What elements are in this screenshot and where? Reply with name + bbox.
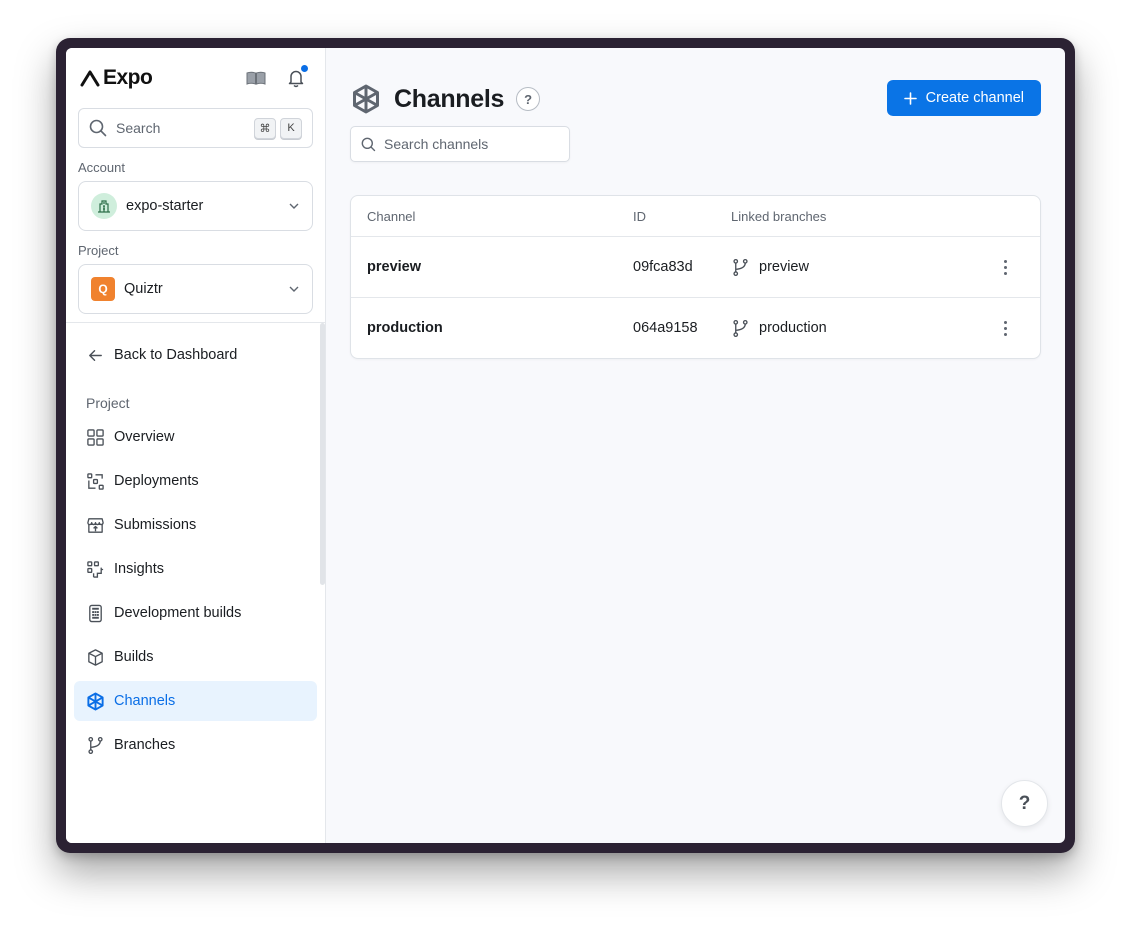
chevron-down-icon <box>289 286 299 292</box>
table-row[interactable]: production 064a9158 production <box>351 297 1040 358</box>
branch-name: production <box>759 320 827 336</box>
more-options-button[interactable] <box>1003 259 1007 275</box>
branch-icon <box>733 258 748 276</box>
project-select[interactable]: Q Quiztr <box>78 264 313 314</box>
sidebar-item-builds[interactable]: Builds <box>74 637 317 677</box>
plus-icon <box>903 91 917 105</box>
search-label: Search <box>116 120 161 136</box>
sidebar-item-label: Development builds <box>114 605 242 621</box>
hexagon-channels-icon <box>87 691 104 711</box>
back-to-dashboard[interactable]: Back to Dashboard <box>74 335 317 375</box>
sidebar-item-deployments[interactable]: Deployments <box>74 461 317 501</box>
branch-icon <box>88 736 103 754</box>
channels-table: Channel ID Linked branches preview 09fca… <box>350 195 1041 359</box>
brand-name: Expo <box>103 66 153 89</box>
book-icon <box>246 71 266 85</box>
sidebar-scrollbar[interactable] <box>320 323 325 585</box>
sidebar-item-label: Branches <box>114 737 176 753</box>
back-label: Back to Dashboard <box>114 347 238 363</box>
sidebar: Expo Search ⌘ K Account expo-starter Pro… <box>66 48 326 843</box>
channels-hexagon-icon <box>353 84 379 114</box>
notification-dot <box>301 65 308 72</box>
arrow-left-icon <box>89 349 102 361</box>
brand-row: Expo <box>78 48 313 108</box>
sidebar-item-submissions[interactable]: Submissions <box>74 505 317 545</box>
grid-icon <box>87 428 104 446</box>
search-icon <box>361 137 376 151</box>
linked-branch[interactable]: production <box>731 319 970 338</box>
kbd-cmd: ⌘ <box>254 117 276 139</box>
account-select[interactable]: expo-starter <box>78 181 313 231</box>
create-channel-label: Create channel <box>925 90 1024 106</box>
sidebar-item-label: Channels <box>114 693 176 709</box>
table-row[interactable]: preview 09fca83d preview <box>351 236 1040 297</box>
help-button[interactable]: ? <box>516 87 541 111</box>
insights-icon <box>87 560 104 578</box>
project-name: Quiztr <box>124 281 163 297</box>
sidebar-item-overview[interactable]: Overview <box>74 417 317 457</box>
nav-section-project: Project <box>86 395 130 411</box>
store-upload-icon <box>87 517 104 533</box>
account-name: expo-starter <box>126 198 204 214</box>
header-icons <box>245 65 308 89</box>
device-icon <box>89 604 102 622</box>
sidebar-item-label: Submissions <box>114 517 197 533</box>
sidebar-item-label: Insights <box>114 561 164 577</box>
table-header: Channel ID Linked branches <box>351 196 1040 236</box>
account-label: Account <box>78 160 125 175</box>
main-content: Channels ? Create channel Search channel… <box>326 48 1065 843</box>
search-icon <box>89 119 107 137</box>
page-title: Channels <box>394 84 505 113</box>
branch-name: preview <box>759 259 809 275</box>
cube-icon <box>88 648 103 666</box>
column-header-linked-branches: Linked branches <box>731 208 827 224</box>
more-options-button[interactable] <box>1003 320 1007 336</box>
account-avatar <box>91 193 117 219</box>
chevron-down-icon <box>289 203 299 209</box>
kbd-k: K <box>280 117 302 139</box>
channel-name[interactable]: preview <box>351 259 633 275</box>
linked-branch[interactable]: preview <box>731 258 970 277</box>
search-placeholder: Search channels <box>384 136 489 152</box>
notifications-button[interactable] <box>285 65 308 89</box>
channel-id: 064a9158 <box>633 320 698 336</box>
sidebar-item-development-builds[interactable]: Development builds <box>74 593 317 633</box>
docs-button[interactable] <box>245 67 267 89</box>
expo-logo[interactable]: Expo <box>80 66 153 90</box>
channel-name[interactable]: production <box>351 320 633 336</box>
sidebar-item-label: Deployments <box>114 473 199 489</box>
app-window: Expo Search ⌘ K Account expo-starter Pro… <box>66 48 1065 843</box>
column-header-id: ID <box>633 208 646 224</box>
sidebar-item-insights[interactable]: Insights <box>74 549 317 589</box>
sidebar-item-label: Builds <box>114 649 154 665</box>
sidebar-item-label: Overview <box>114 429 175 445</box>
branch-icon <box>733 319 748 337</box>
page-header: Channels ? Create channel <box>350 72 1041 126</box>
deployments-icon <box>87 472 104 490</box>
column-header-channel: Channel <box>367 208 416 224</box>
sidebar-item-branches[interactable]: Branches <box>74 725 317 765</box>
sidebar-nav: Back to Dashboard Project Overview Deplo… <box>66 323 325 765</box>
sidebar-header: Expo Search ⌘ K Account expo-starter Pro… <box>66 48 325 323</box>
channel-id: 09fca83d <box>633 259 693 275</box>
sidebar-item-channels[interactable]: Channels <box>74 681 317 721</box>
channel-search-input[interactable]: Search channels <box>350 126 570 162</box>
project-label: Project <box>78 243 119 258</box>
floating-help-button[interactable]: ? <box>1001 780 1048 827</box>
global-search[interactable]: Search ⌘ K <box>78 108 313 148</box>
expo-mark-icon <box>80 70 100 87</box>
building-icon <box>98 200 110 213</box>
project-avatar: Q <box>91 277 115 301</box>
create-channel-button[interactable]: Create channel <box>886 80 1041 116</box>
